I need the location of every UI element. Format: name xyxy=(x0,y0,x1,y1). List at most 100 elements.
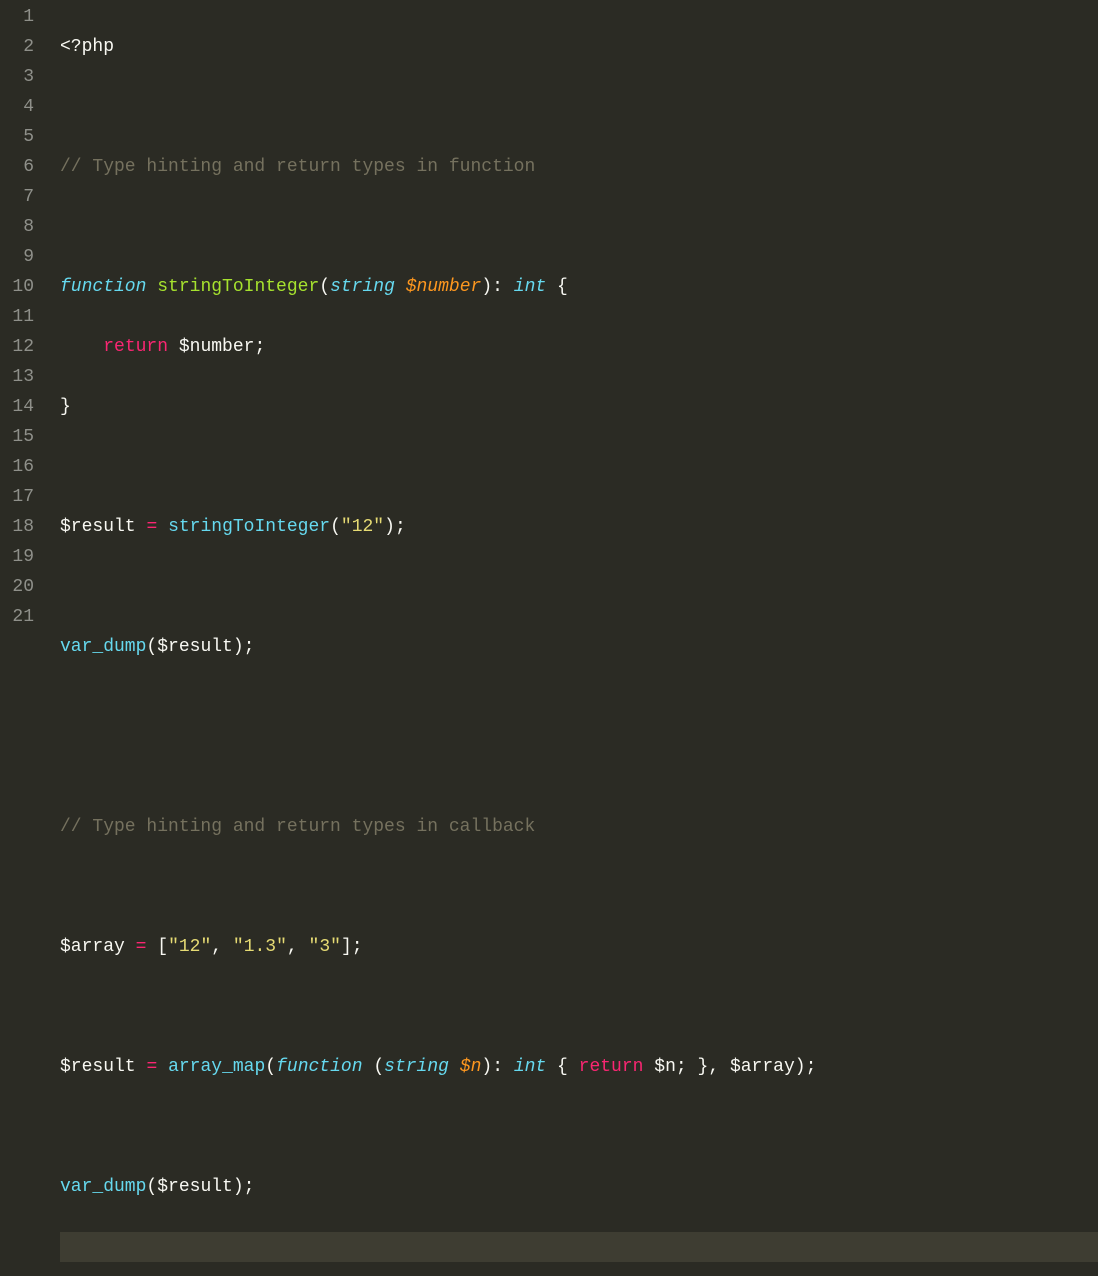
comment: // Type hinting and return types in call… xyxy=(60,817,535,837)
line-number: 13 xyxy=(6,362,34,392)
php-open-tag: <?php xyxy=(60,37,114,57)
code-line[interactable] xyxy=(60,92,1098,122)
code-line[interactable] xyxy=(60,452,1098,482)
paren-close: ) xyxy=(233,1177,244,1197)
keyword-return: return xyxy=(103,337,168,357)
paren-close: ) xyxy=(384,517,395,537)
code-line[interactable]: // Type hinting and return types in func… xyxy=(60,152,1098,182)
string-literal: "12" xyxy=(168,937,211,957)
line-number: 16 xyxy=(6,452,34,482)
paren-close: ) xyxy=(795,1057,806,1077)
colon: : xyxy=(492,1057,503,1077)
semicolon: ; xyxy=(395,517,406,537)
paren-open: ( xyxy=(373,1057,384,1077)
line-number: 10 xyxy=(6,272,34,302)
brace-open: { xyxy=(557,277,568,297)
line-number: 7 xyxy=(6,182,34,212)
param-type: string xyxy=(384,1057,449,1077)
string-literal: "12" xyxy=(341,517,384,537)
code-line[interactable]: <?php xyxy=(60,32,1098,62)
code-line-current[interactable] xyxy=(60,1232,1098,1262)
semicolon: ; xyxy=(806,1057,817,1077)
paren-close: ) xyxy=(233,637,244,657)
line-number: 2 xyxy=(6,32,34,62)
comma: , xyxy=(211,937,222,957)
paren-open: ( xyxy=(146,1177,157,1197)
line-number: 17 xyxy=(6,482,34,512)
paren-open: ( xyxy=(330,517,341,537)
paren-open: ( xyxy=(265,1057,276,1077)
code-line[interactable]: } xyxy=(60,392,1098,422)
brace-close: } xyxy=(698,1057,709,1077)
line-number: 5 xyxy=(6,122,34,152)
code-line[interactable]: $array = ["12", "1.3", "3"]; xyxy=(60,932,1098,962)
paren-close: ) xyxy=(481,1057,492,1077)
code-line[interactable] xyxy=(60,572,1098,602)
line-number: 21 xyxy=(6,602,34,632)
code-line[interactable]: // Type hinting and return types in call… xyxy=(60,812,1098,842)
return-type: int xyxy=(514,277,546,297)
return-type: int xyxy=(514,1057,546,1077)
code-line[interactable] xyxy=(60,212,1098,242)
paren-open: ( xyxy=(319,277,330,297)
line-number: 19 xyxy=(6,542,34,572)
keyword-return: return xyxy=(579,1057,644,1077)
function-call: array_map xyxy=(168,1057,265,1077)
variable: $result xyxy=(60,1057,136,1077)
code-line[interactable]: function stringToInteger(string $number)… xyxy=(60,272,1098,302)
semicolon: ; xyxy=(676,1057,687,1077)
brace-close: } xyxy=(60,397,71,417)
paren-open: ( xyxy=(146,637,157,657)
line-number-gutter: 1 2 3 4 5 6 7 8 9 10 11 12 13 14 15 16 1… xyxy=(0,0,48,638)
string-literal: "1.3" xyxy=(233,937,287,957)
variable: $result xyxy=(157,637,233,657)
line-number: 20 xyxy=(6,572,34,602)
line-number: 18 xyxy=(6,512,34,542)
comment: // Type hinting and return types in func… xyxy=(60,157,535,177)
code-editor[interactable]: <?php // Type hinting and return types i… xyxy=(48,0,1098,638)
variable: $result xyxy=(157,1177,233,1197)
operator-assign: = xyxy=(136,937,147,957)
param-variable: $number xyxy=(406,277,482,297)
keyword-function: function xyxy=(276,1057,362,1077)
variable: $array xyxy=(730,1057,795,1077)
semicolon: ; xyxy=(244,1177,255,1197)
line-number: 6 xyxy=(6,152,34,182)
variable: $n xyxy=(654,1057,676,1077)
brace-open: { xyxy=(557,1057,568,1077)
code-line[interactable] xyxy=(60,872,1098,902)
function-call: var_dump xyxy=(60,637,146,657)
code-line[interactable] xyxy=(60,692,1098,722)
line-number: 3 xyxy=(6,62,34,92)
code-line[interactable]: return $number; xyxy=(60,332,1098,362)
code-line[interactable]: var_dump($result); xyxy=(60,1172,1098,1202)
operator-assign: = xyxy=(146,517,157,537)
comma: , xyxy=(708,1057,719,1077)
line-number: 14 xyxy=(6,392,34,422)
line-number: 12 xyxy=(6,332,34,362)
variable: $array xyxy=(60,937,125,957)
line-number: 8 xyxy=(6,212,34,242)
function-name: stringToInteger xyxy=(157,277,319,297)
string-literal: "3" xyxy=(309,937,341,957)
keyword-function: function xyxy=(60,277,146,297)
code-line[interactable] xyxy=(60,992,1098,1022)
semicolon: ; xyxy=(352,937,363,957)
variable: $number xyxy=(179,337,255,357)
param-type: string xyxy=(330,277,395,297)
code-line[interactable]: $result = stringToInteger("12"); xyxy=(60,512,1098,542)
code-line[interactable]: $result = array_map(function (string $n)… xyxy=(60,1052,1098,1082)
variable: $result xyxy=(60,517,136,537)
function-call: var_dump xyxy=(60,1177,146,1197)
bracket-close: ] xyxy=(341,937,352,957)
bracket-open: [ xyxy=(157,937,168,957)
code-line[interactable] xyxy=(60,752,1098,782)
code-line[interactable]: var_dump($result); xyxy=(60,632,1098,662)
colon: : xyxy=(492,277,503,297)
line-number: 15 xyxy=(6,422,34,452)
operator-assign: = xyxy=(146,1057,157,1077)
line-number: 4 xyxy=(6,92,34,122)
code-line[interactable] xyxy=(60,1112,1098,1142)
line-number: 11 xyxy=(6,302,34,332)
param-variable: $n xyxy=(460,1057,482,1077)
